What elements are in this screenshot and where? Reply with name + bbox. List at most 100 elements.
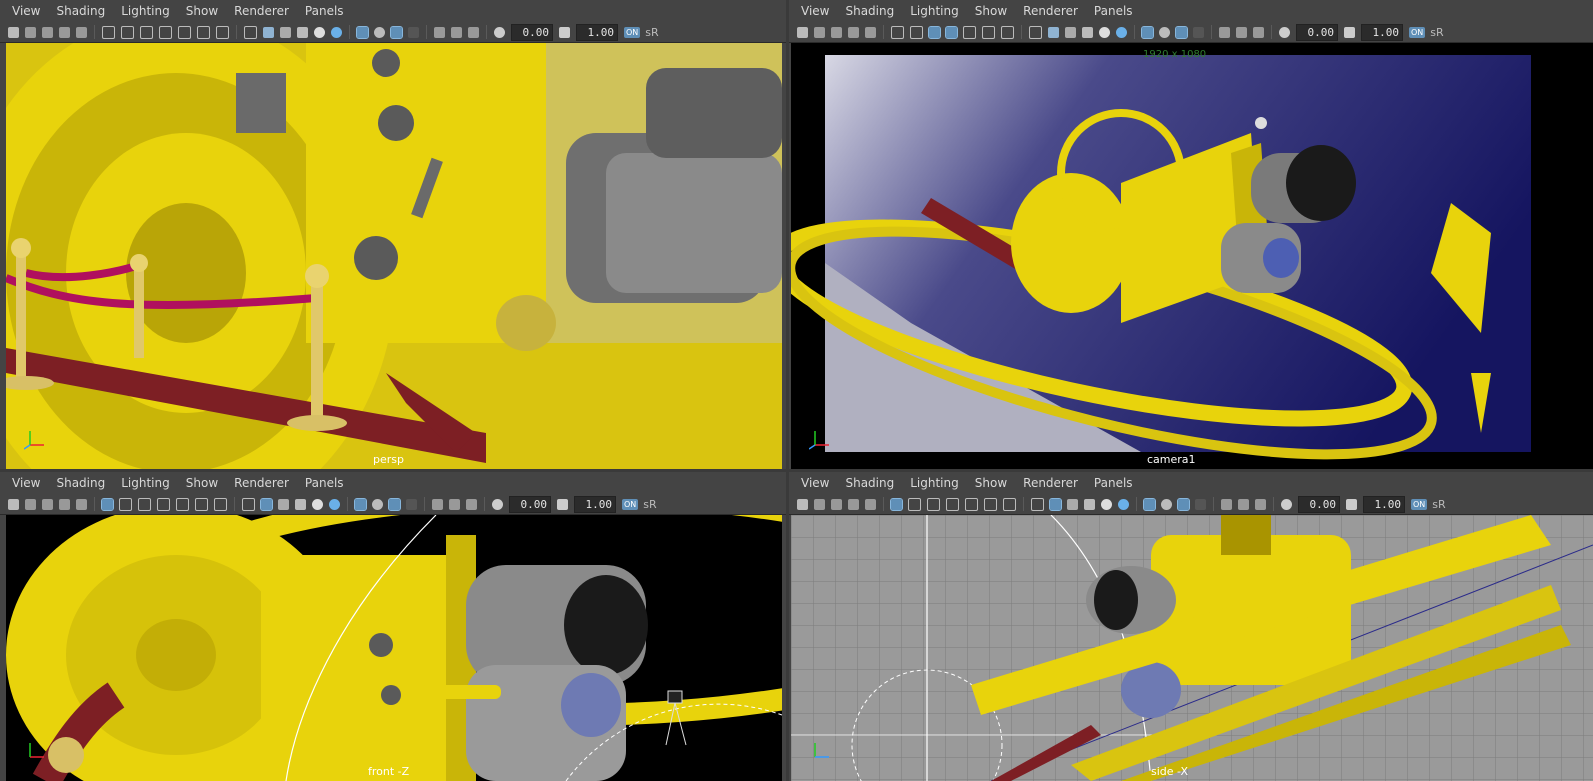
anti-aliasing-icon[interactable]: [1195, 498, 1206, 510]
exposure-field[interactable]: 0.00: [1298, 495, 1340, 513]
viewport-panel-persp[interactable]: View Shading Lighting Show Renderer Pane…: [0, 0, 786, 469]
wireframe-on-shaded-icon[interactable]: [1065, 26, 1076, 38]
menu-view[interactable]: View: [801, 476, 829, 490]
field-chart-icon[interactable]: [965, 497, 978, 511]
gamma-field[interactable]: 1.00: [1363, 495, 1405, 513]
gamma-icon[interactable]: [1346, 498, 1357, 510]
grid-icon[interactable]: [891, 25, 904, 39]
image-plane-icon[interactable]: [848, 26, 859, 38]
safe-title-icon[interactable]: [1003, 497, 1016, 511]
camera-attributes-icon[interactable]: [814, 26, 825, 38]
menu-view[interactable]: View: [12, 476, 40, 490]
xray-icon[interactable]: [1143, 497, 1156, 511]
film-gate-icon[interactable]: [119, 497, 132, 511]
menu-lighting[interactable]: Lighting: [121, 4, 170, 18]
shadows-icon[interactable]: [1118, 498, 1129, 510]
select-camera-icon[interactable]: [8, 498, 19, 510]
gamma-field[interactable]: 1.00: [574, 495, 616, 513]
color-space-label[interactable]: sR: [1432, 498, 1445, 511]
bookmark-icon[interactable]: [831, 26, 842, 38]
select-camera-icon[interactable]: [8, 26, 19, 38]
safe-title-icon[interactable]: [1001, 25, 1014, 39]
xray-icon[interactable]: [356, 25, 369, 39]
menu-shading[interactable]: Shading: [845, 476, 894, 490]
ambient-occlusion-icon[interactable]: [372, 498, 383, 510]
xray-icon[interactable]: [1141, 25, 1154, 39]
viewport-side[interactable]: side -X: [791, 515, 1593, 781]
viewport-panel-camera1[interactable]: View Shading Lighting Show Renderer Pane…: [789, 0, 1593, 469]
menu-show[interactable]: Show: [975, 476, 1007, 490]
motion-blur-icon[interactable]: [1177, 497, 1190, 511]
viewport-front[interactable]: front -Z: [6, 515, 782, 781]
safe-action-icon[interactable]: [984, 497, 997, 511]
smooth-shade-icon[interactable]: [1048, 26, 1059, 38]
isolate-select-icon[interactable]: [434, 26, 445, 38]
isolate-select-icon[interactable]: [1221, 498, 1232, 510]
film-gate-icon[interactable]: [121, 25, 134, 39]
exposure-icon[interactable]: [1281, 498, 1292, 510]
menu-panels[interactable]: Panels: [1094, 4, 1133, 18]
exposure-field[interactable]: 0.00: [511, 23, 553, 41]
select-camera-icon[interactable]: [797, 498, 808, 510]
pencil-icon[interactable]: [865, 498, 876, 510]
textured-icon[interactable]: [297, 26, 308, 38]
lights-icon[interactable]: [1101, 498, 1112, 510]
menu-shading[interactable]: Shading: [56, 4, 105, 18]
exposure-field[interactable]: 0.00: [509, 495, 551, 513]
bookmark-icon[interactable]: [42, 26, 53, 38]
ambient-occlusion-icon[interactable]: [1161, 498, 1172, 510]
anti-aliasing-icon[interactable]: [406, 498, 417, 510]
menu-shading[interactable]: Shading: [845, 4, 894, 18]
menu-lighting[interactable]: Lighting: [910, 476, 959, 490]
safe-title-icon[interactable]: [214, 497, 227, 511]
xray-joints-icon[interactable]: [451, 26, 462, 38]
resolution-gate-icon[interactable]: [140, 25, 153, 39]
menu-renderer[interactable]: Renderer: [234, 476, 289, 490]
grid-icon[interactable]: [102, 25, 115, 39]
resolution-gate-icon[interactable]: [927, 497, 940, 511]
motion-blur-icon[interactable]: [1175, 25, 1188, 39]
ambient-occlusion-icon[interactable]: [374, 26, 385, 38]
isolate-select-icon[interactable]: [1219, 26, 1230, 38]
wireframe-on-shaded-icon[interactable]: [280, 26, 291, 38]
color-space-label[interactable]: sR: [1430, 26, 1443, 39]
xray-components-icon[interactable]: [1253, 26, 1264, 38]
color-management-toggle[interactable]: ON: [1411, 498, 1428, 510]
color-management-toggle[interactable]: ON: [622, 498, 639, 510]
gamma-icon[interactable]: [559, 26, 570, 38]
anti-aliasing-icon[interactable]: [1193, 26, 1204, 38]
exposure-icon[interactable]: [492, 498, 503, 510]
pencil-icon[interactable]: [76, 26, 87, 38]
viewport-panel-front[interactable]: View Shading Lighting Show Renderer Pane…: [0, 472, 786, 781]
bookmark-icon[interactable]: [831, 498, 842, 510]
motion-blur-icon[interactable]: [388, 497, 401, 511]
camera-attributes-icon[interactable]: [25, 498, 36, 510]
resolution-gate-icon[interactable]: [928, 25, 941, 39]
field-chart-icon[interactable]: [176, 497, 189, 511]
viewport-persp[interactable]: persp: [6, 43, 782, 469]
menu-lighting[interactable]: Lighting: [121, 476, 170, 490]
menu-view[interactable]: View: [801, 4, 829, 18]
menu-lighting[interactable]: Lighting: [910, 4, 959, 18]
field-chart-icon[interactable]: [178, 25, 191, 39]
gate-mask-icon[interactable]: [159, 25, 172, 39]
gate-mask-icon[interactable]: [945, 25, 958, 39]
pencil-icon[interactable]: [865, 26, 876, 38]
isolate-select-icon[interactable]: [432, 498, 443, 510]
xray-joints-icon[interactable]: [1238, 498, 1249, 510]
select-camera-icon[interactable]: [797, 26, 808, 38]
anti-aliasing-icon[interactable]: [408, 26, 419, 38]
film-gate-icon[interactable]: [910, 25, 923, 39]
textured-icon[interactable]: [1084, 498, 1095, 510]
xray-components-icon[interactable]: [466, 498, 477, 510]
smooth-shade-icon[interactable]: [260, 497, 273, 511]
image-plane-icon[interactable]: [59, 26, 70, 38]
camera-attributes-icon[interactable]: [814, 498, 825, 510]
grid-icon[interactable]: [890, 497, 903, 511]
exposure-field[interactable]: 0.00: [1296, 23, 1338, 41]
wireframe-on-shaded-icon[interactable]: [1067, 498, 1078, 510]
image-plane-icon[interactable]: [848, 498, 859, 510]
smooth-shade-icon[interactable]: [263, 26, 274, 38]
wireframe-on-shaded-icon[interactable]: [278, 498, 289, 510]
menu-view[interactable]: View: [12, 4, 40, 18]
